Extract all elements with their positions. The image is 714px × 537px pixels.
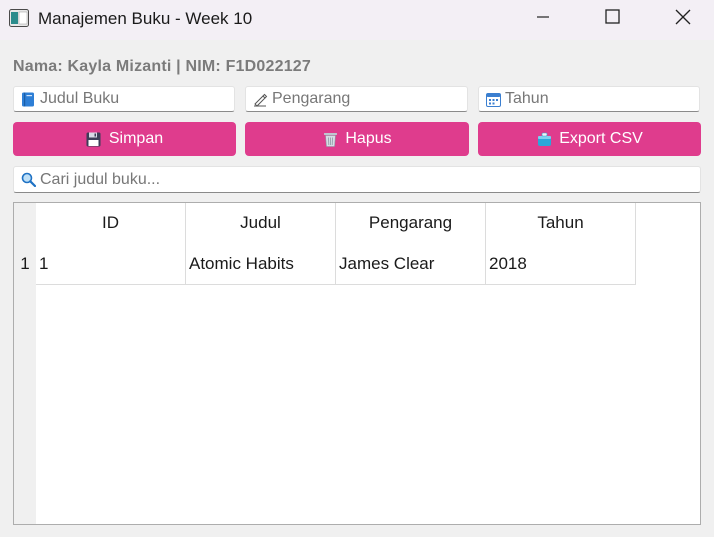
table-cell-id[interactable]: 1 bbox=[36, 243, 186, 285]
column-header-tahun[interactable]: Tahun bbox=[486, 203, 636, 243]
search-input[interactable] bbox=[40, 170, 700, 189]
table-cell-pengarang[interactable]: James Clear bbox=[336, 243, 486, 285]
column-header-judul[interactable]: Judul bbox=[186, 203, 336, 243]
column-header-id[interactable]: ID bbox=[36, 203, 186, 243]
pengarang-field[interactable] bbox=[245, 86, 468, 112]
window-title: Manajemen Buku - Week 10 bbox=[38, 9, 253, 28]
tahun-input[interactable] bbox=[505, 90, 699, 108]
simpan-button-label: Simpan bbox=[108, 130, 164, 147]
maximize-icon bbox=[604, 9, 620, 29]
calendar-icon bbox=[485, 91, 501, 107]
table-cell-tahun[interactable]: 2018 bbox=[486, 243, 636, 285]
book-icon bbox=[20, 91, 36, 107]
maximize-button[interactable] bbox=[589, 0, 635, 38]
pengarang-input[interactable] bbox=[272, 90, 467, 108]
app-window-icon bbox=[9, 9, 29, 27]
books-table[interactable]: ID Judul Pengarang Tahun 1 1 Atomic Habi… bbox=[13, 202, 701, 525]
package-icon bbox=[536, 131, 552, 147]
close-icon bbox=[675, 9, 691, 30]
simpan-button[interactable]: Simpan bbox=[13, 122, 236, 156]
floppy-disk-icon bbox=[86, 131, 102, 147]
judul-field[interactable] bbox=[13, 86, 235, 112]
hapus-button-label: Hapus bbox=[345, 130, 392, 147]
export-csv-button-label: Export CSV bbox=[559, 130, 643, 147]
title-bar: Manajemen Buku - Week 10 bbox=[0, 0, 714, 40]
export-csv-button[interactable]: Export CSV bbox=[478, 122, 701, 156]
close-button[interactable] bbox=[660, 0, 706, 38]
minimize-button[interactable] bbox=[520, 0, 566, 38]
search-field[interactable] bbox=[13, 166, 701, 193]
main-window: Manajemen Buku - Week 10 Nama: Kayla Miz… bbox=[0, 0, 714, 537]
table-cell-judul[interactable]: Atomic Habits bbox=[186, 243, 336, 285]
hapus-button[interactable]: Hapus bbox=[245, 122, 469, 156]
trash-icon bbox=[322, 131, 338, 147]
tahun-field[interactable] bbox=[478, 86, 700, 112]
row-number[interactable]: 1 bbox=[14, 243, 36, 285]
column-header-pengarang[interactable]: Pengarang bbox=[336, 203, 486, 243]
minimize-icon bbox=[536, 10, 550, 29]
student-info-label: Nama: Kayla Mizanti | NIM: F1D022127 bbox=[13, 58, 311, 75]
judul-input[interactable] bbox=[40, 90, 234, 108]
magnifier-icon bbox=[20, 172, 36, 188]
writing-hand-icon bbox=[252, 91, 268, 107]
